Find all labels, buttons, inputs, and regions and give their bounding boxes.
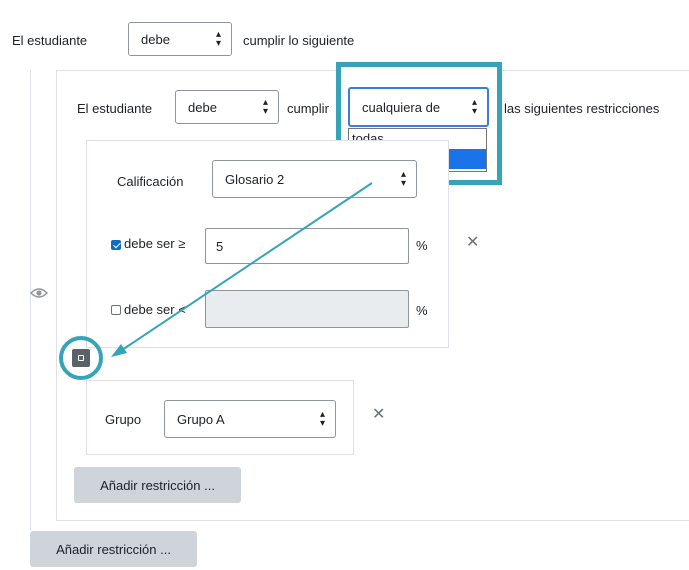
sort-caret-icon: ▴ ▾ bbox=[319, 409, 325, 429]
add-restriction-outer-button[interactable]: Añadir restricción ... bbox=[30, 531, 197, 567]
group-select[interactable]: Grupo A ▴ ▾ bbox=[164, 400, 336, 438]
group-label: Grupo bbox=[105, 412, 142, 427]
add-restriction-inner-button[interactable]: Añadir restricción ... bbox=[74, 467, 241, 503]
close-icon[interactable]: ✕ bbox=[372, 404, 385, 424]
group-select-value: Grupo A bbox=[177, 411, 225, 427]
